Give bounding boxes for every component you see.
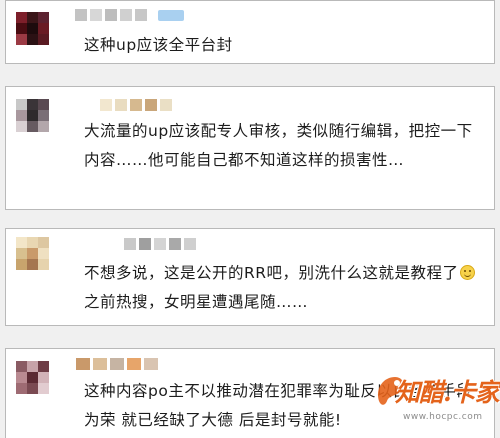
comment-text-part: 不想多说，这是公开的RR吧，别洗什么这就是教程了 [84,264,459,282]
username-redacted[interactable] [76,358,158,370]
comment-card[interactable]: 大流量的up应该配专人审核，类似随行编辑，把控一下内容……他可能自己都不知道这样… [5,86,495,210]
watermark-title: 知醋.卡家 [395,378,500,407]
username-redacted[interactable] [124,238,196,250]
comment-text: 不想多说，这是公开的RR吧，别洗什么这就是教程了之前热搜，女明星遭遇尾随…… [84,259,486,316]
smiley-emoji-icon [459,265,475,280]
username-redacted[interactable] [75,9,147,21]
site-watermark-logo: 知醋.卡家 www.hocpc.com [373,369,500,435]
user-badge-icon [158,10,184,21]
comment-card[interactable]: 这种up应该全平台封 [5,0,495,64]
watermark-url: www.hocpc.com [403,412,483,422]
comment-text-part: 之前热搜，女明星遭遇尾随…… [84,292,309,311]
avatar[interactable] [16,12,49,45]
avatar[interactable] [16,99,49,132]
avatar[interactable] [16,361,49,394]
comment-text: 这种up应该全平台封 [84,36,233,54]
comment-feed: 这种up应该全平台封 大流量的up应该配专人审核，类似随行编辑，把控一下内容……… [0,0,500,438]
avatar[interactable] [16,237,49,270]
comment-card[interactable]: 不想多说，这是公开的RR吧，别洗什么这就是教程了之前热搜，女明星遭遇尾随…… [5,228,495,326]
comment-text: 大流量的up应该配专人审核，类似随行编辑，把控一下内容……他可能自己都不知道这样… [84,122,473,169]
username-redacted[interactable] [100,99,172,111]
